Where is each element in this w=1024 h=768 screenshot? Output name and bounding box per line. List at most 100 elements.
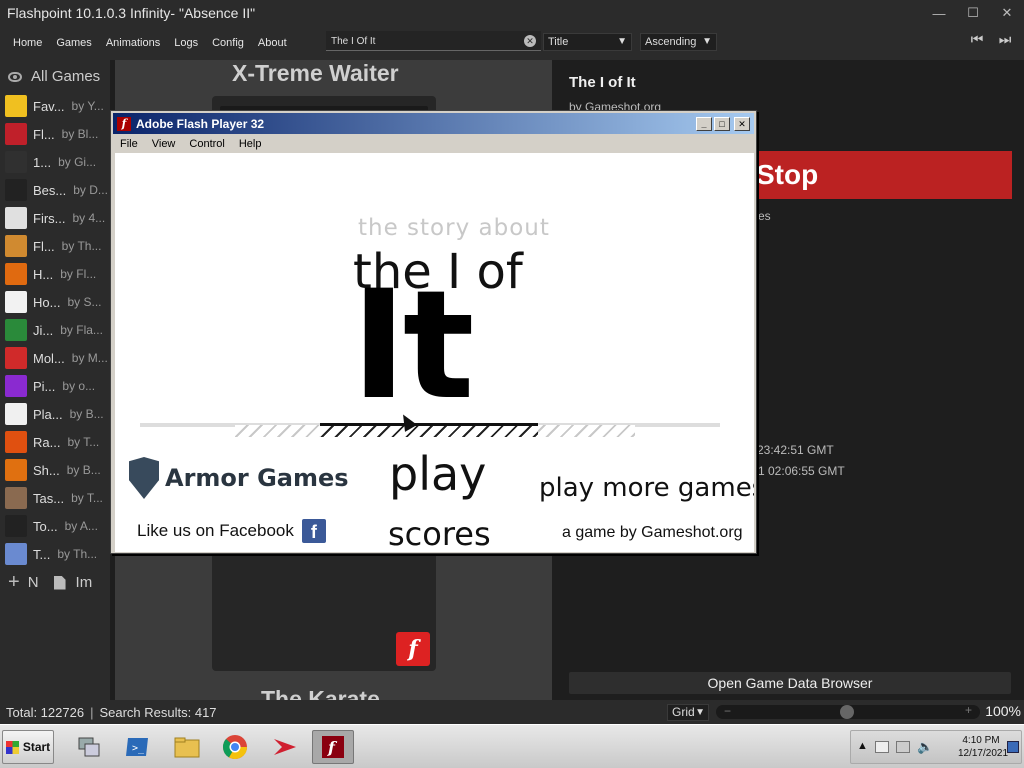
clock-date[interactable]: 12/17/2021	[953, 748, 1013, 759]
clock-time[interactable]: 4:10 PM	[951, 735, 1011, 746]
view-mode-select[interactable]: Grid ▼	[667, 704, 709, 721]
open-game-data-browser-button[interactable]: Open Game Data Browser	[569, 672, 1011, 694]
date-modified: 1 02:06:55 GMT	[758, 464, 845, 478]
previous-game-icon[interactable]: ⏮	[968, 30, 986, 48]
playlist-name: Bes...	[33, 182, 67, 198]
windows-taskbar: Start >_ f ▲ 🔈 4:10 PM 12/17/2021	[0, 724, 1024, 768]
import-playlist-label[interactable]: Im	[76, 574, 93, 591]
stop-button[interactable]: Stop	[747, 151, 1012, 199]
playlist-name: Mol...	[33, 350, 65, 366]
taskbar-powershell-icon[interactable]: >_	[116, 730, 158, 764]
sidebar-item-playlist[interactable]: Ho... by S...	[0, 288, 110, 316]
sidebar-item-playlist[interactable]: Tas... by T...	[0, 484, 110, 512]
sidebar-item-playlist[interactable]: Pi... by o...	[0, 372, 110, 400]
menu-home[interactable]: Home	[0, 28, 49, 58]
flash-platform-icon: f	[396, 632, 430, 666]
facebook-link[interactable]: Like us on Facebook f	[137, 519, 326, 543]
action-center-icon[interactable]	[875, 741, 889, 753]
start-label: Start	[22, 740, 51, 754]
sidebar-item-playlist[interactable]: Mol... by M...	[0, 344, 110, 372]
plus-icon[interactable]: +	[8, 571, 20, 594]
menu-games[interactable]: Games	[49, 28, 98, 58]
sidebar-item-playlist[interactable]: Fl... by Bl...	[0, 120, 110, 148]
new-playlist-label[interactable]: N	[28, 574, 39, 591]
game-card-title[interactable]: X-Treme Waiter	[232, 60, 399, 87]
game-logo-it: It	[351, 259, 474, 433]
flash-menu-file[interactable]: File	[113, 138, 145, 150]
menu-config[interactable]: Config	[205, 28, 251, 58]
santa-icon	[5, 291, 27, 313]
chevron-down-icon: ▼	[702, 36, 712, 47]
flash-close-button[interactable]: ✕	[734, 116, 750, 131]
game-subtitle: the story about	[358, 215, 550, 241]
maximize-button[interactable]: ☐	[956, 0, 990, 26]
minimize-button[interactable]: —	[922, 0, 956, 26]
sidebar-item-playlist[interactable]: Ra... by T...	[0, 428, 110, 456]
game-author-link[interactable]: a game by Gameshot.org	[562, 524, 743, 542]
star-icon	[5, 95, 27, 117]
playlist-author: by T...	[71, 491, 103, 505]
search-input[interactable]	[326, 31, 506, 52]
close-button[interactable]: ✕	[990, 0, 1024, 26]
sidebar-item-playlist[interactable]: T... by Th...	[0, 540, 110, 568]
flash-maximize-button[interactable]: □	[714, 116, 730, 131]
playlist-name: T...	[33, 546, 51, 562]
facebook-icon: f	[301, 519, 326, 543]
details-fragment: es	[758, 209, 771, 223]
scores-button[interactable]: scores	[388, 515, 491, 552]
taskbar-folder-icon[interactable]	[166, 730, 208, 764]
sidebar-item-playlist[interactable]: Bes... by D...	[0, 176, 110, 204]
flash-menu-control[interactable]: Control	[182, 138, 231, 150]
zoom-slider[interactable]: − +	[716, 703, 980, 719]
sidebar-item-playlist[interactable]: Fl... by Th...	[0, 232, 110, 260]
flash-minimize-button[interactable]: _	[696, 116, 712, 131]
playlist-name: Ho...	[33, 294, 61, 310]
flash-player-title: Adobe Flash Player 32	[136, 116, 265, 131]
menu-about[interactable]: About	[251, 28, 294, 58]
network-icon[interactable]	[896, 741, 910, 753]
clear-search-icon[interactable]: ✕	[524, 35, 536, 47]
zoom-slider-handle[interactable]	[840, 705, 854, 719]
sidebar-item-playlist[interactable]: 1... by Gi...	[0, 148, 110, 176]
shield-icon	[129, 457, 159, 499]
playlist-author: by A...	[64, 519, 98, 533]
sort-field-select[interactable]: Title ▼	[543, 33, 632, 51]
sort-order-select[interactable]: Ascending ▼	[640, 33, 717, 51]
start-button[interactable]: Start	[2, 730, 54, 764]
menu-animations[interactable]: Animations	[99, 28, 167, 58]
armor-games-logo[interactable]: Armor Games	[129, 457, 349, 499]
sidebar-item-playlist[interactable]: Firs... by 4...	[0, 204, 110, 232]
playlist-author: by o...	[62, 379, 96, 393]
sidebar-item-playlist[interactable]: Pla... by B...	[0, 400, 110, 428]
playlist-name: Ji...	[33, 322, 54, 338]
document-icon[interactable]	[53, 575, 66, 590]
chevron-up-icon[interactable]: ▲	[857, 740, 868, 752]
show-desktop-icon[interactable]	[1007, 741, 1019, 753]
all-games-item[interactable]: All Games	[8, 68, 100, 85]
volume-icon[interactable]: 🔈	[917, 739, 933, 755]
play-more-games-link[interactable]: play more games	[539, 473, 754, 503]
taskbar-flash-player-icon[interactable]: f	[312, 730, 354, 764]
sidebar-item-playlist[interactable]: Ji... by Fla...	[0, 316, 110, 344]
tree-icon	[5, 319, 27, 341]
sidebar-item-playlist[interactable]: To... by A...	[0, 512, 110, 540]
taskbar-flashpoint-icon[interactable]	[264, 730, 306, 764]
playlist-name: To...	[33, 518, 58, 534]
sidebar-item-playlist[interactable]: Fav... by Y...	[0, 92, 110, 120]
play-button[interactable]: play	[389, 447, 486, 501]
game-canvas[interactable]: the story about the I of It Armor Games …	[115, 153, 754, 552]
playlist-name: Pi...	[33, 378, 56, 394]
taskbar-chrome-icon[interactable]	[214, 730, 256, 764]
flash-menu-help[interactable]: Help	[232, 138, 269, 150]
sidebar-item-playlist[interactable]: H... by Fl...	[0, 260, 110, 288]
menu-logs[interactable]: Logs	[167, 28, 205, 58]
next-game-icon[interactable]: ⏭	[996, 30, 1014, 48]
game-card-title-next[interactable]: The Karate	[261, 686, 380, 700]
playlist-name: Ra...	[33, 434, 61, 450]
stop-button-label: Stop	[756, 159, 819, 190]
taskbar-computer-icon[interactable]	[68, 730, 110, 764]
playlist-name: H...	[33, 266, 54, 282]
search-field[interactable]: ✕	[326, 31, 541, 52]
flash-menu-view[interactable]: View	[145, 138, 183, 150]
sidebar-item-playlist[interactable]: Sh... by B...	[0, 456, 110, 484]
